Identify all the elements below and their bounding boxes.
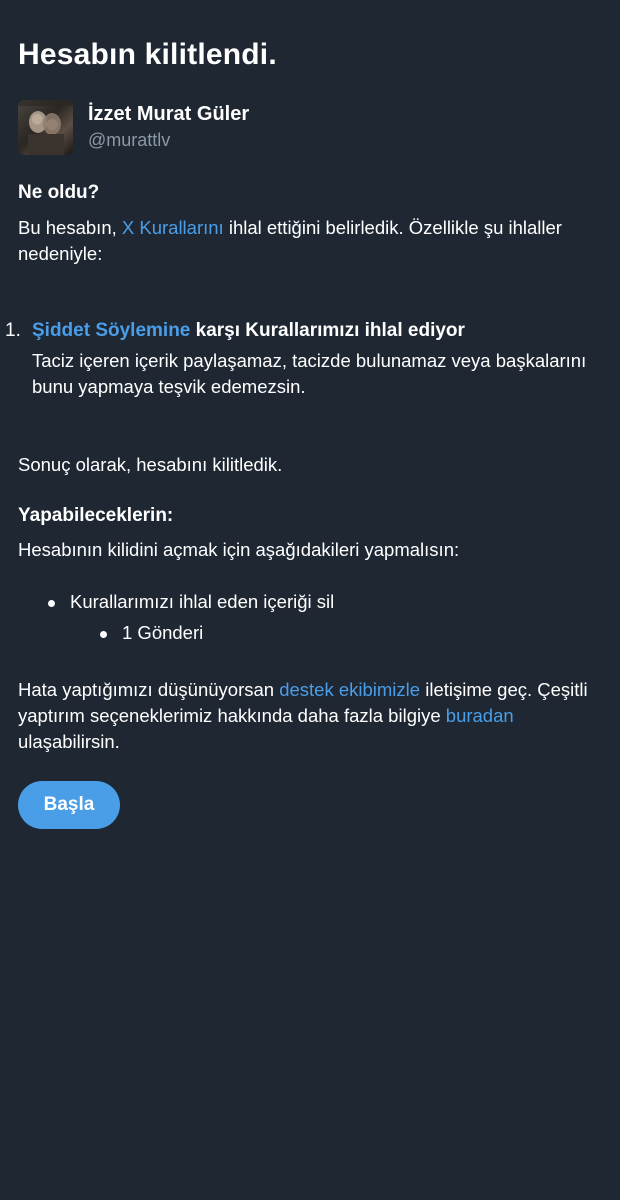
profile-header: İzzet Murat Güler @murattlv [18,100,598,158]
what-happened-heading: Ne oldu? [18,182,100,203]
violation-description: Taciz içeren içerik paylaşamaz, tacizde … [32,350,587,397]
violation-title: Şiddet Söylemine karşı Kurallarımızı ihl… [32,320,465,341]
rules-link[interactable]: X Kurallarını [122,217,224,238]
here-link[interactable]: buradan [446,705,514,726]
what-you-can-do-heading: Yapabileceklerin: [18,505,174,526]
display-name: İzzet Murat Güler [88,103,250,125]
bullet-icon [100,631,107,638]
what-happened-text: Bu hesabın, X Kurallarını ihlal ettiğini… [18,217,562,264]
avatar [18,100,73,155]
bullet-icon [48,600,55,607]
violation-number: 1. [5,320,21,341]
start-button[interactable]: Başla [18,781,120,829]
result-text: Sonuç olarak, hesabını kilitledik. [18,454,283,475]
support-text: Hata yaptığımızı düşünüyorsan destek eki… [18,679,588,752]
support-team-link[interactable]: destek ekibimizle [279,679,420,700]
step-delete-content: Kurallarımızı ihlal eden içeriği sil [70,591,335,612]
user-handle: @murattlv [88,130,171,150]
violent-speech-link[interactable]: Şiddet Söylemine [32,320,190,341]
what-you-can-do-text: Hesabının kilidini açmak için aşağıdakil… [18,539,460,560]
page-title: Hesabın kilitlendi. [18,38,277,71]
step-post-count: 1 Gönderi [122,622,204,643]
